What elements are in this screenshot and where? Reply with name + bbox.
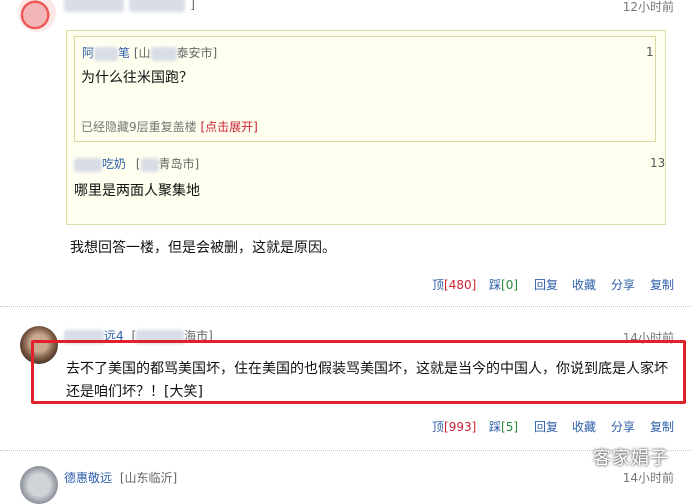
floor-number: 1 <box>646 45 654 59</box>
avatar[interactable] <box>18 0 56 32</box>
quote-header: 阿笔 [山 泰安市] <box>82 46 218 61</box>
comment-time: 12小时前 <box>622 0 674 14</box>
share-button[interactable]: 分享 <box>611 276 635 293</box>
comment-text-line1: 去不了美国的都骂美国坏，住在美国的也假装骂美国坏，这就是当今的中国人，你说到底是… <box>66 361 668 377</box>
quote-header-2: 吃奶 [青岛市] <box>74 155 199 172</box>
comment-username[interactable]: 德惠敬远 [山东临沂] <box>64 469 177 486</box>
quote-text: 为什么往米国跑？ <box>81 70 193 86</box>
downvote-button[interactable]: 踩[5] <box>489 418 518 435</box>
divider <box>0 306 692 307</box>
quote-username-2[interactable]: 吃奶 <box>102 157 126 171</box>
copy-button[interactable]: 复制 <box>650 276 674 293</box>
watermark: 客家娟子 <box>593 448 669 469</box>
divider <box>0 450 692 451</box>
share-button[interactable]: 分享 <box>611 418 635 435</box>
reply-button[interactable]: 回复 <box>534 418 558 435</box>
quote-username[interactable]: 阿 <box>82 46 94 60</box>
reply-text: 我想回答一楼，但是会被删，这就是原因。 <box>70 240 336 256</box>
avatar[interactable] <box>20 466 58 504</box>
floor-number-2: 13 <box>650 156 666 170</box>
favorite-button[interactable]: 收藏 <box>572 418 596 435</box>
quote-text-2: 哪里是两面人聚集地 <box>74 183 200 199</box>
quote-location: [山 泰安市] <box>133 46 218 61</box>
copy-button[interactable]: 复制 <box>650 418 674 435</box>
username-blurred[interactable]: ] <box>64 0 195 13</box>
downvote-button[interactable]: 踩[0] <box>489 276 518 293</box>
reply-button[interactable]: 回复 <box>534 276 558 293</box>
upvote-button[interactable]: 顶[993] <box>432 418 476 435</box>
comment-time: 14小时前 <box>622 471 674 485</box>
upvote-button[interactable]: 顶[480] <box>432 276 476 293</box>
comment-text-line2: 还是咱们坏？！[大笑] <box>66 384 203 400</box>
favorite-button[interactable]: 收藏 <box>572 276 596 293</box>
expand-link[interactable]: [点击展开] <box>200 120 257 134</box>
hidden-floors-note: 已经隐藏9层重复盖楼 [点击展开] <box>81 120 258 134</box>
